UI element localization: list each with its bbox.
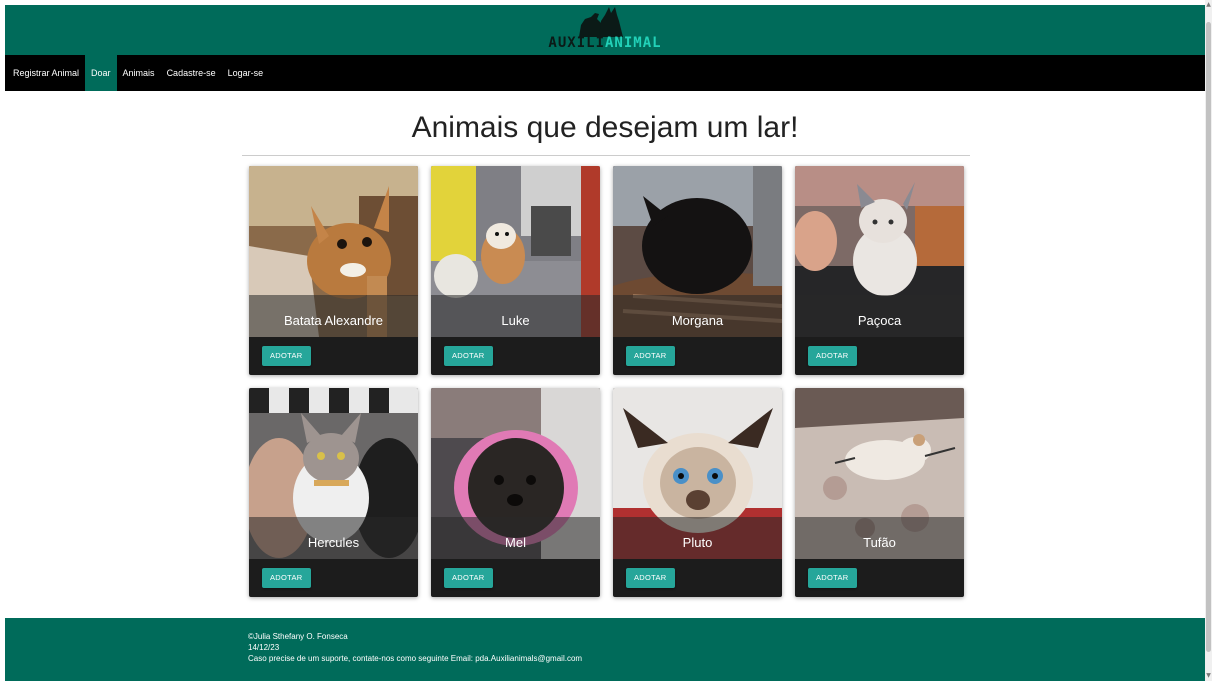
logo-text: AUXILIANIMAL	[545, 35, 665, 51]
scroll-up-icon[interactable]: ▲	[1206, 2, 1211, 8]
animal-card: Paçoca ADOTAR	[795, 166, 964, 375]
scroll-thumb[interactable]	[1206, 22, 1211, 652]
card-action: ADOTAR	[795, 337, 964, 375]
siamese-cat-photo: Pluto	[613, 388, 782, 559]
nav-logar-se[interactable]: Logar-se	[222, 55, 270, 91]
adopt-button[interactable]: ADOTAR	[444, 568, 493, 588]
animal-card: Pluto ADOTAR	[613, 388, 782, 597]
animal-card: Hercules ADOTAR	[249, 388, 418, 597]
animal-card: Morgana ADOTAR	[613, 166, 782, 375]
footer-text: ©Julia Sthefany O. Fonseca 14/12/23 Caso…	[248, 631, 582, 664]
animal-card: Mel ADOTAR	[431, 388, 600, 597]
adopt-button[interactable]: ADOTAR	[626, 568, 675, 588]
card-action: ADOTAR	[431, 559, 600, 597]
main-content: Animais que desejam um lar! Batata Alexa…	[5, 91, 1205, 618]
animal-name: Tufão	[863, 535, 896, 550]
nav-doar[interactable]: Doar	[85, 55, 117, 91]
page-title: Animais que desejam um lar!	[411, 111, 799, 144]
chihuahua-photo: Batata Alexandre	[249, 166, 418, 337]
card-action: ADOTAR	[795, 559, 964, 597]
logo-text-part1: AUXILI	[548, 35, 605, 51]
logo-text-part2: ANIMAL	[605, 35, 662, 51]
card-action: ADOTAR	[249, 337, 418, 375]
card-action: ADOTAR	[613, 559, 782, 597]
animal-name: Batata Alexandre	[283, 313, 384, 328]
puppy-on-rug-photo: Tufão	[795, 388, 964, 559]
shih-tzu-photo: Mel	[431, 388, 600, 559]
animal-card: Tufão ADOTAR	[795, 388, 964, 597]
site-logo[interactable]: AUXILIANIMAL	[545, 5, 665, 55]
navbar: Registrar Animal Doar Animais Cadastre-s…	[5, 55, 1205, 91]
animal-card: Batata Alexandre ADOTAR	[249, 166, 418, 375]
adopt-button[interactable]: ADOTAR	[808, 346, 857, 366]
footer-copyright: ©Julia Sthefany O. Fonseca	[248, 632, 348, 641]
animal-grid: Batata Alexandre ADOTAR Luke ADOTAR Morg…	[249, 166, 964, 597]
page-scrollbar[interactable]: ▲ ▼	[1205, 0, 1212, 681]
animal-name: Paçoca	[857, 313, 902, 328]
adopt-button[interactable]: ADOTAR	[626, 346, 675, 366]
adopt-button[interactable]: ADOTAR	[262, 568, 311, 588]
animal-name: Morgana	[671, 313, 724, 328]
adopt-button[interactable]: ADOTAR	[808, 568, 857, 588]
animal-name: Luke	[501, 313, 530, 328]
tabby-cat-photo: Hercules	[249, 388, 418, 559]
footer-date: 14/12/23	[248, 643, 280, 652]
animal-name: Pluto	[682, 535, 713, 550]
adopt-button[interactable]: ADOTAR	[262, 346, 311, 366]
page: AUXILIANIMAL Registrar Animal Doar Anima…	[5, 5, 1205, 681]
dog-and-cat-silhouette-icon	[579, 7, 623, 37]
card-action: ADOTAR	[613, 337, 782, 375]
animal-name: Mel	[505, 535, 526, 550]
animal-name: Hercules	[307, 535, 360, 550]
kitten-photo: Paçoca	[795, 166, 964, 337]
title-divider	[242, 155, 970, 156]
card-action: ADOTAR	[249, 559, 418, 597]
small-dog-on-couch-photo: Luke	[431, 166, 600, 337]
black-cat-photo: Morgana	[613, 166, 782, 337]
footer-support: Caso precise de um suporte, contate-nos …	[248, 654, 583, 663]
nav-registrar-animal[interactable]: Registrar Animal	[7, 55, 85, 91]
site-header: AUXILIANIMAL	[5, 5, 1205, 55]
nav-animais[interactable]: Animais	[117, 55, 161, 91]
nav-cadastre-se[interactable]: Cadastre-se	[161, 55, 222, 91]
adopt-button[interactable]: ADOTAR	[444, 346, 493, 366]
scroll-down-icon[interactable]: ▼	[1206, 673, 1211, 679]
animal-card: Luke ADOTAR	[431, 166, 600, 375]
site-footer: ©Julia Sthefany O. Fonseca 14/12/23 Caso…	[5, 618, 1205, 681]
card-action: ADOTAR	[431, 337, 600, 375]
